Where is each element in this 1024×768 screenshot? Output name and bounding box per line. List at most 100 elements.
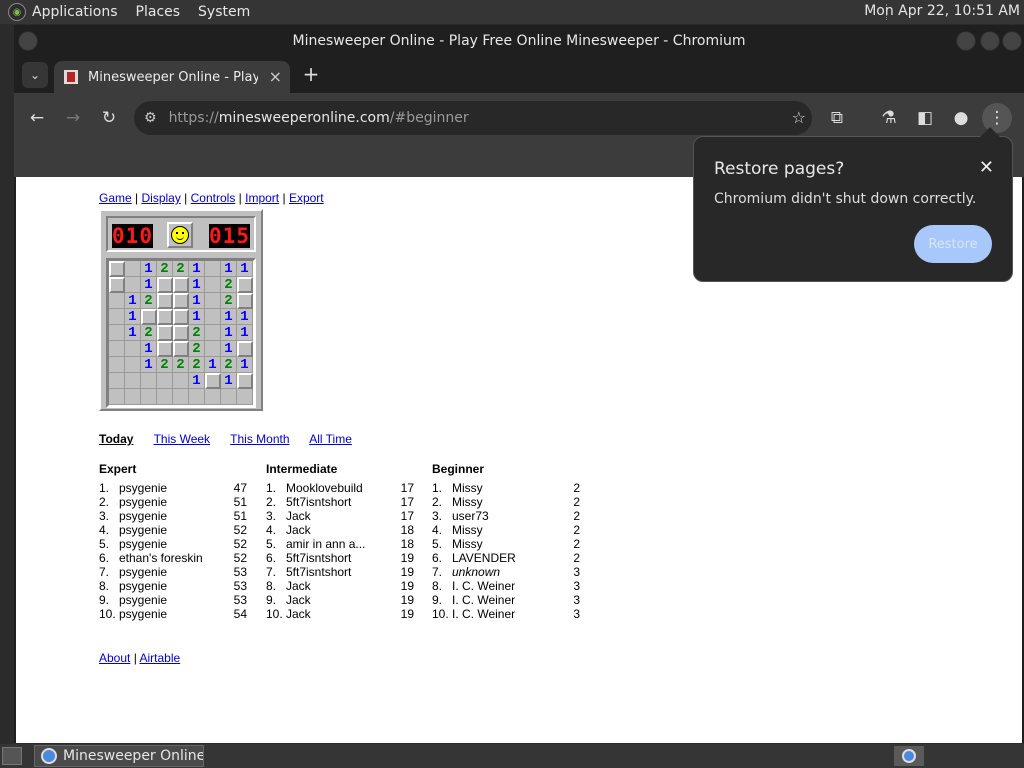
board-cell[interactable] <box>141 389 157 405</box>
board-cell[interactable] <box>237 293 253 309</box>
board-cell[interactable]: 1 <box>125 309 141 325</box>
board-cell[interactable] <box>173 373 189 389</box>
board-cell[interactable] <box>157 373 173 389</box>
nav-export[interactable]: Export <box>289 191 324 205</box>
period-today[interactable]: Today <box>99 432 133 446</box>
board-cell[interactable] <box>205 325 221 341</box>
board-cell[interactable]: 1 <box>237 325 253 341</box>
side-panel-icon[interactable]: ◧ <box>910 103 940 133</box>
board-cell[interactable] <box>189 389 205 405</box>
extensions-puzzle-icon[interactable]: ⧉ <box>822 103 852 133</box>
board-cell[interactable] <box>237 373 253 389</box>
board-cell[interactable]: 1 <box>189 373 205 389</box>
board-cell[interactable] <box>157 309 173 325</box>
board-cell[interactable]: 1 <box>189 309 205 325</box>
distro-logo-icon[interactable]: ◉ <box>8 3 26 21</box>
board-cell[interactable]: 1 <box>189 261 205 277</box>
board-cell[interactable]: 1 <box>221 373 237 389</box>
clock[interactable]: Mon Apr 22, 10:51 AM <box>864 3 1020 19</box>
board-cell[interactable] <box>109 341 125 357</box>
board-cell[interactable]: 1 <box>141 357 157 373</box>
tray-chromium-icon[interactable] <box>894 746 924 766</box>
nav-import[interactable]: Import <box>245 191 279 205</box>
board-cell[interactable] <box>141 309 157 325</box>
board-cell[interactable]: 2 <box>141 293 157 309</box>
board-cell[interactable] <box>205 293 221 309</box>
minimize-button[interactable] <box>956 31 976 51</box>
board-cell[interactable] <box>221 389 237 405</box>
board-cell[interactable]: 2 <box>221 357 237 373</box>
board-cell[interactable]: 1 <box>141 277 157 293</box>
board-cell[interactable]: 1 <box>237 357 253 373</box>
board-cell[interactable] <box>205 341 221 357</box>
menu-applications[interactable]: Applications <box>32 4 118 20</box>
board-cell[interactable]: 2 <box>189 357 205 373</box>
board-cell[interactable] <box>109 293 125 309</box>
close-window-button[interactable] <box>1002 31 1022 51</box>
airtable-link[interactable]: Airtable <box>139 651 180 665</box>
board-cell[interactable] <box>157 325 173 341</box>
board-cell[interactable] <box>109 325 125 341</box>
board-cell[interactable] <box>205 309 221 325</box>
board-cell[interactable] <box>109 309 125 325</box>
board-cell[interactable]: 2 <box>157 261 173 277</box>
board-cell[interactable] <box>205 277 221 293</box>
restore-button[interactable]: Restore <box>914 225 992 263</box>
board-cell[interactable]: 1 <box>189 277 205 293</box>
board-cell[interactable]: 1 <box>237 261 253 277</box>
board-cell[interactable] <box>157 341 173 357</box>
board-cell[interactable]: 1 <box>125 325 141 341</box>
board-cell[interactable]: 1 <box>189 293 205 309</box>
board-cell[interactable] <box>173 293 189 309</box>
board-cell[interactable] <box>173 389 189 405</box>
board-cell[interactable] <box>205 373 221 389</box>
board-cell[interactable] <box>157 277 173 293</box>
board-cell[interactable] <box>109 373 125 389</box>
window-titlebar[interactable]: Minesweeper Online - Play Free Online Mi… <box>14 25 1024 57</box>
board-cell[interactable] <box>173 309 189 325</box>
board-cell[interactable]: 2 <box>173 261 189 277</box>
board-cell[interactable] <box>205 389 221 405</box>
board-cell[interactable]: 1 <box>125 293 141 309</box>
board-cell[interactable] <box>237 389 253 405</box>
reload-icon[interactable]: ↻ <box>94 103 124 133</box>
new-tab-button[interactable]: + <box>298 61 324 87</box>
board-cell[interactable]: 1 <box>141 261 157 277</box>
taskbar-window-button[interactable]: Minesweeper Online... <box>34 745 204 767</box>
board-cell[interactable]: 1 <box>205 357 221 373</box>
menu-system[interactable]: System <box>198 4 250 20</box>
period-this-week[interactable]: This Week <box>154 432 210 446</box>
board-cell[interactable] <box>205 261 221 277</box>
board-cell[interactable] <box>173 325 189 341</box>
about-link[interactable]: About <box>99 651 130 665</box>
board-cell[interactable] <box>109 357 125 373</box>
nav-game[interactable]: Game <box>99 191 132 205</box>
show-desktop-button[interactable] <box>2 747 22 765</box>
new-game-button[interactable] <box>167 222 193 248</box>
board-cell[interactable] <box>125 373 141 389</box>
labs-flask-icon[interactable]: ⚗ <box>874 103 904 133</box>
board-cell[interactable]: 2 <box>221 277 237 293</box>
board-cell[interactable] <box>237 277 253 293</box>
board-cell[interactable]: 2 <box>189 341 205 357</box>
board-cell[interactable]: 1 <box>221 325 237 341</box>
close-icon[interactable]: ✕ <box>979 157 994 178</box>
board-cell[interactable]: 1 <box>221 341 237 357</box>
board-cell[interactable] <box>157 389 173 405</box>
mine-board[interactable]: 1221111121212111112211121122212111 <box>106 258 256 408</box>
board-cell[interactable] <box>237 341 253 357</box>
board-cell[interactable] <box>125 389 141 405</box>
board-cell[interactable] <box>109 277 125 293</box>
board-cell[interactable]: 2 <box>189 325 205 341</box>
nav-display[interactable]: Display <box>141 191 180 205</box>
tab-minesweeper[interactable]: Minesweeper Online - Play Free Online Mi… <box>54 61 290 93</box>
profile-avatar-icon[interactable]: ● <box>946 103 976 133</box>
board-cell[interactable]: 2 <box>221 293 237 309</box>
board-cell[interactable] <box>141 373 157 389</box>
board-cell[interactable] <box>173 341 189 357</box>
board-cell[interactable]: 1 <box>221 261 237 277</box>
board-cell[interactable] <box>125 277 141 293</box>
board-cell[interactable]: 2 <box>157 357 173 373</box>
nav-controls[interactable]: Controls <box>191 191 236 205</box>
board-cell[interactable]: 2 <box>173 357 189 373</box>
